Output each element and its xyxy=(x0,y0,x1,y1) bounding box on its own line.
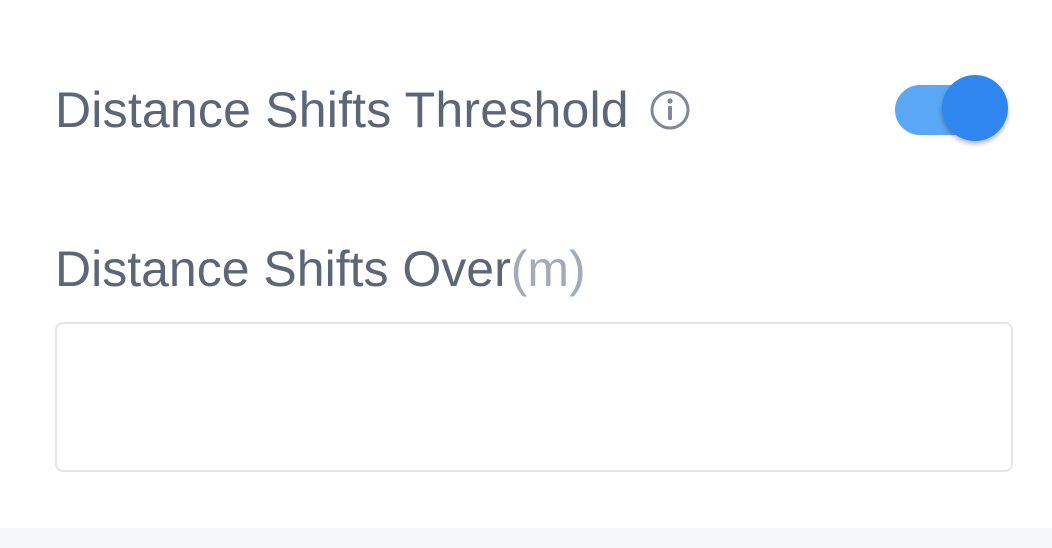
distance-shifts-threshold-row: Distance Shifts Threshold xyxy=(55,70,1015,150)
threshold-toggle[interactable] xyxy=(895,75,1015,145)
distance-over-label-text: Distance Shifts Over xyxy=(55,241,511,297)
distance-over-unit: (m) xyxy=(510,241,586,297)
distance-shifts-over-input[interactable] xyxy=(55,322,1013,472)
toggle-thumb[interactable] xyxy=(942,75,1008,141)
distance-shifts-over-label: Distance Shifts Over(m) xyxy=(55,240,586,298)
settings-panel: Distance Shifts Threshold Distance Shift… xyxy=(0,0,1052,548)
info-circle-icon[interactable] xyxy=(647,87,693,133)
threshold-label: Distance Shifts Threshold xyxy=(55,82,629,138)
footer-divider-band xyxy=(0,528,1052,548)
